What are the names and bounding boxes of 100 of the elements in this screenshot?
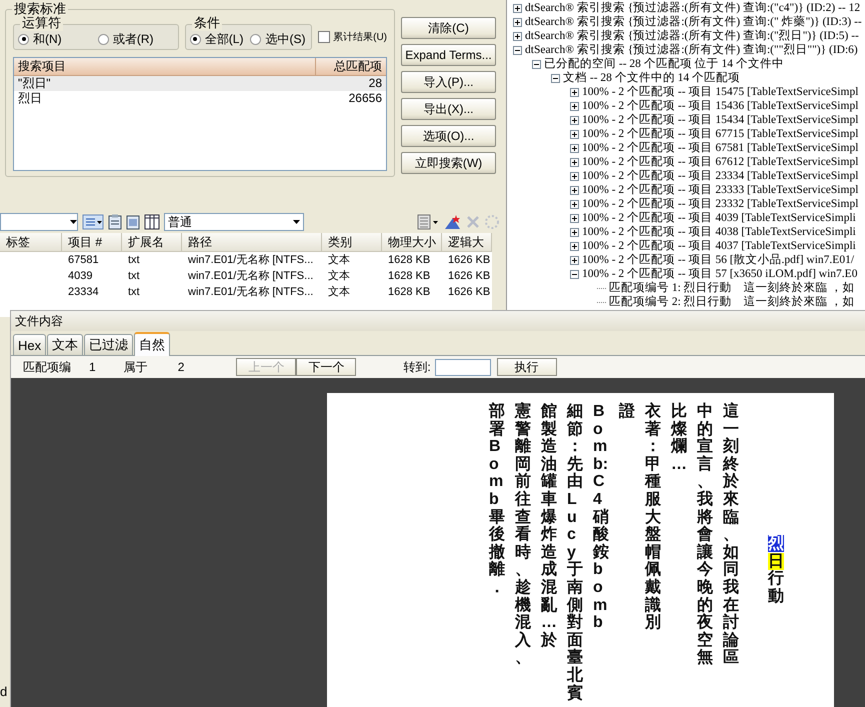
term-text: 烈日 bbox=[17, 91, 43, 106]
column-header[interactable]: 路径 bbox=[182, 233, 322, 252]
plus-box-icon[interactable] bbox=[570, 200, 579, 208]
action-button[interactable]: 立即搜索(W) bbox=[401, 152, 496, 174]
tree-item[interactable]: dtSearch® 索引搜索 {预过滤器:(所有文件) 查询:("烈日")} (ID:5) -- bbox=[525, 29, 859, 43]
plus-box-icon[interactable] bbox=[513, 32, 522, 40]
dotted-circle-icon[interactable] bbox=[484, 214, 500, 230]
table-cell-text: 1626 KB bbox=[447, 253, 492, 268]
dropdown[interactable] bbox=[0, 213, 78, 231]
tree-item[interactable]: 100% - 2 个匹配项 -- 项目 23332 [TableTextServiceSimpl bbox=[582, 197, 858, 211]
minus-box-icon[interactable] bbox=[551, 74, 560, 82]
table-cell-text: 23334 bbox=[67, 285, 100, 300]
plus-box-icon[interactable] bbox=[570, 144, 579, 152]
list-row[interactable]: "烈日" 28 bbox=[14, 76, 386, 91]
action-button[interactable]: 导入(P)... bbox=[401, 71, 496, 93]
plus-box-icon[interactable] bbox=[570, 158, 579, 166]
plus-box-icon[interactable] bbox=[570, 242, 579, 250]
plus-box-icon[interactable] bbox=[570, 172, 579, 180]
tree-item[interactable]: dtSearch® 索引搜索 {预过滤器:(所有文件) 查询:("c4")} (ID:2) -- 12 bbox=[525, 1, 860, 15]
tree-item[interactable]: 100% - 2 个匹配项 -- 项目 67581 [TableTextServiceSimpl bbox=[582, 141, 858, 155]
tree-item[interactable]: 100% - 2 个匹配项 -- 项目 15475 [TableTextServiceSimpl bbox=[582, 85, 858, 99]
minus-box-icon[interactable] bbox=[570, 270, 579, 278]
list-row[interactable]: 烈日 26656 bbox=[14, 91, 386, 106]
tree-item[interactable]: 100% - 2 个匹配项 -- 项目 4037 [TableTextServiceSimpli bbox=[582, 239, 856, 253]
tree-item[interactable]: 100% - 2 个匹配项 -- 项目 23334 [TableTextServiceSimpl bbox=[582, 169, 858, 183]
action-button[interactable]: 清除(C) bbox=[401, 17, 496, 39]
action-button[interactable]: 选项(O)... bbox=[401, 125, 496, 147]
tree-item[interactable]: 100% - 2 个匹配项 -- 项目 4038 [TableTextServiceSimpli bbox=[582, 225, 856, 239]
list-view-icon[interactable] bbox=[82, 214, 104, 230]
text-column: 部署Bomb畢後撤離． bbox=[489, 403, 505, 597]
column-header[interactable]: 类别 bbox=[322, 233, 382, 252]
column-header[interactable]: 物理大小 bbox=[382, 233, 442, 252]
view-mode-combo[interactable]: 普通 bbox=[164, 213, 304, 231]
radio-label[interactable]: 选中(S) bbox=[265, 30, 306, 48]
plus-box-icon[interactable] bbox=[570, 214, 579, 222]
tree-item[interactable]: dtSearch® 索引搜索 {预过滤器:(所有文件) 查询:(" 炸藥")} (ID:3) -- bbox=[525, 15, 862, 29]
next-button[interactable]: 下一个 bbox=[296, 358, 356, 376]
tree-item[interactable]: 文档 -- 28 个文件中的 14 个匹配项 bbox=[563, 71, 740, 85]
column-header[interactable]: 搜索项目 bbox=[14, 58, 315, 75]
radio-button[interactable] bbox=[18, 34, 29, 44]
plus-box-icon[interactable] bbox=[570, 88, 579, 96]
tree-item[interactable]: 100% - 2 个匹配项 -- 项目 57 [x3650 iLOM.pdf] win7.E0 bbox=[582, 267, 858, 281]
tab[interactable]: 已过滤 bbox=[84, 334, 134, 355]
tab[interactable]: 文本 bbox=[47, 334, 84, 355]
tab[interactable]: Hex bbox=[13, 334, 46, 355]
stack-icon[interactable] bbox=[416, 214, 440, 230]
minus-box-icon[interactable] bbox=[532, 60, 541, 68]
document-icon[interactable] bbox=[108, 214, 122, 230]
column-header[interactable]: 项目 # bbox=[62, 233, 122, 252]
tree-item[interactable]: 100% - 2 个匹配项 -- 项目 67612 [TableTextServiceSimpl bbox=[582, 155, 858, 169]
plus-box-icon[interactable] bbox=[570, 102, 579, 110]
combo-value: 普通 bbox=[168, 214, 192, 230]
tree-item[interactable]: 匹配项编号 2: 烈日行動 這一刻終於來臨 ，如 bbox=[609, 295, 855, 309]
tree-item[interactable]: dtSearch® 索引搜索 {预过滤器:(所有文件) 查询:(""烈日"")} (ID:6) bbox=[525, 43, 858, 57]
checkbox-label[interactable]: 累计结果(U) bbox=[333, 30, 387, 44]
action-button[interactable]: 导出(X)... bbox=[401, 98, 496, 120]
action-button[interactable]: Expand Terms... bbox=[401, 44, 496, 66]
plus-box-icon[interactable] bbox=[513, 18, 522, 26]
minus-box-icon[interactable] bbox=[513, 46, 522, 54]
radio-button[interactable] bbox=[98, 34, 109, 44]
tree-item[interactable]: 100% - 2 个匹配项 -- 项目 4039 [TableTextServiceSimpli bbox=[582, 211, 856, 225]
table-cell-text: 文本 bbox=[327, 284, 351, 300]
plus-box-icon[interactable] bbox=[513, 4, 522, 12]
radio-button[interactable] bbox=[250, 34, 262, 44]
text-column: 中的宣言、我將會讓今晚的夜空無 bbox=[697, 403, 713, 667]
table-cell-text: 文本 bbox=[327, 252, 351, 268]
plus-box-icon[interactable] bbox=[570, 186, 579, 194]
plus-box-icon[interactable] bbox=[570, 130, 579, 138]
plus-box-icon[interactable] bbox=[570, 228, 579, 236]
radio-label[interactable]: 和(N) bbox=[33, 30, 62, 48]
plus-box-icon[interactable] bbox=[570, 116, 579, 124]
radio-label[interactable]: 全部(L) bbox=[204, 30, 244, 48]
star-icon[interactable] bbox=[444, 214, 462, 230]
panel-title: 文件内容 bbox=[11, 311, 865, 331]
execute-button[interactable]: 执行 bbox=[496, 358, 557, 376]
text-column: 這一刻終於來臨、如同我在討論區 bbox=[723, 403, 739, 667]
goto-field[interactable] bbox=[434, 358, 491, 376]
tree-item[interactable]: 100% - 2 个匹配项 -- 项目 15436 [TableTextServiceSimpl bbox=[582, 99, 858, 113]
tree-item[interactable]: 100% - 2 个匹配项 -- 项目 23333 [TableTextServiceSimpl bbox=[582, 183, 858, 197]
document-icon[interactable] bbox=[126, 214, 140, 230]
tree-item[interactable]: 100% - 2 个匹配项 -- 项目 67715 [TableTextServiceSimpl bbox=[582, 127, 858, 141]
radio-button[interactable] bbox=[190, 34, 201, 44]
tree-item[interactable]: 100% - 2 个匹配项 -- 项目 15434 [TableTextServiceSimpl bbox=[582, 113, 858, 127]
tree-item[interactable]: 匹配项编号 1: 烈日行動 這一刻終於來臨 ，如 bbox=[609, 281, 855, 295]
columns-icon[interactable] bbox=[144, 214, 160, 230]
text-column: 細節：先由Lucy于南側對面臺北賓 bbox=[567, 403, 583, 702]
tree-item[interactable]: 已分配的空间 -- 28 个匹配项 位于 14 个文件中 bbox=[544, 57, 784, 71]
column-header[interactable]: 逻辑大 bbox=[442, 233, 492, 252]
plus-box-icon[interactable] bbox=[570, 256, 579, 264]
column-header[interactable]: 总匹配项 bbox=[315, 58, 386, 75]
group-title: 运算符 bbox=[20, 15, 63, 31]
table-cell-text: txt bbox=[127, 269, 141, 284]
tab[interactable]: 自然 bbox=[134, 332, 170, 356]
radio-label[interactable]: 或者(R) bbox=[112, 30, 154, 48]
column-header[interactable]: 标签 bbox=[0, 233, 62, 252]
text-column: 證 bbox=[619, 403, 635, 421]
tree-item[interactable]: 100% - 2 个匹配项 -- 项目 56 [散文小品.pdf] win7.E01/ bbox=[582, 253, 854, 267]
column-header[interactable]: 扩展名 bbox=[122, 233, 182, 252]
checkbox[interactable] bbox=[318, 31, 330, 43]
text-column: 館製造油罐車爆炸造成混亂…於 bbox=[541, 403, 557, 650]
